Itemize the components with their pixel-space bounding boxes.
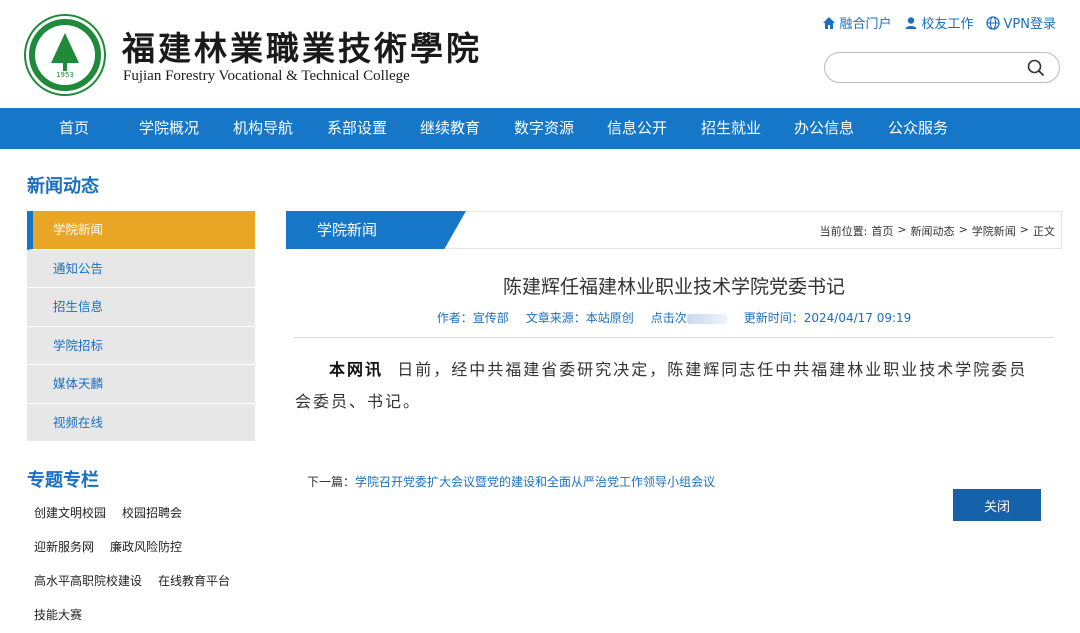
sidebar-menu: 学院新闻 通知公告 招生信息 学院招标 媒体天麟 视频在线 <box>27 211 255 442</box>
sidebar-item-media[interactable]: 媒体天麟 <box>27 365 255 404</box>
topic-link[interactable]: 高水平高职院校建设 <box>34 570 142 604</box>
breadcrumb-item[interactable]: 新闻动态 <box>911 223 955 239</box>
topic-links: 创建文明校园 校园招聘会 迎新服务网 廉政风险防控 高水平高职院校建设 在线教育… <box>34 502 264 633</box>
nav-item-overview[interactable]: 学院概况 <box>139 108 199 149</box>
divider <box>294 337 1054 338</box>
article-author: 作者：宣传部 <box>436 311 509 325</box>
search-icon[interactable] <box>1027 59 1045 77</box>
nav-item-admissions[interactable]: 招生就业 <box>701 108 761 149</box>
topics-title: 专题专栏 <box>27 470 99 491</box>
article-lead: 本网讯 <box>329 360 384 379</box>
toplink-label: 校友工作 <box>921 17 974 32</box>
toplink-alumni[interactable]: 校友工作 <box>904 13 974 32</box>
sidebar-item-college-news[interactable]: 学院新闻 <box>27 211 255 250</box>
article-body: 本网讯 日前，经中共福建省委研究决定，陈建辉同志任中共福建林业职业技术学院委员会… <box>295 354 1045 418</box>
blurred-count <box>686 313 727 324</box>
sidebar-title: 新闻动态 <box>27 176 99 197</box>
breadcrumb-item[interactable]: 首页 <box>871 223 893 239</box>
college-logo[interactable]: 1953 <box>26 16 104 94</box>
nav-item-office-info[interactable]: 办公信息 <box>794 108 854 149</box>
close-button[interactable]: 关闭 <box>953 489 1041 521</box>
college-name-cn: 福建林業職業技術學院 <box>122 29 482 68</box>
breadcrumb-bar: 学院新闻 当前位置: 首页 > 新闻动态 > 学院新闻 > 正文 <box>286 211 1062 249</box>
breadcrumb: 当前位置: 首页 > 新闻动态 > 学院新闻 > 正文 <box>820 223 1055 239</box>
article-title: 陈建辉任福建林业职业技术学院党委书记 <box>502 276 845 298</box>
breadcrumb-separator: > <box>958 223 968 236</box>
article-meta: 作者：宣传部 文章来源：本站原创 点击次 更新时间：2024/04/17 09:… <box>286 309 1062 326</box>
topic-link[interactable]: 技能大赛 <box>34 604 82 633</box>
sidebar-item-tenders[interactable]: 学院招标 <box>27 326 255 365</box>
article-clicks: 点击次 <box>651 309 727 326</box>
toplink-label: VPN登录 <box>1003 17 1056 32</box>
logo-year: 1953 <box>56 71 74 79</box>
article-updated: 更新时间：2024/04/17 09:19 <box>743 311 912 325</box>
toplink-vpn[interactable]: VPN登录 <box>985 13 1056 32</box>
toplink-portal[interactable]: 融合门户 <box>822 13 892 32</box>
topic-link[interactable]: 廉政风险防控 <box>110 536 182 570</box>
college-name-en: Fujian Forestry Vocational & Technical C… <box>123 68 410 84</box>
main-nav: 首页 学院概况 机构导航 系部设置 继续教育 数字资源 信息公开 招生就业 办公… <box>0 108 1080 149</box>
article-text: 日前，经中共福建省委研究决定，陈建辉同志任中共福建林业职业技术学院委员会委员、书… <box>295 360 1028 411</box>
toplink-label: 融合门户 <box>839 17 892 32</box>
nav-item-departments[interactable]: 系部设置 <box>327 108 387 149</box>
breadcrumb-prefix: 当前位置: <box>819 225 868 238</box>
person-icon <box>905 16 917 29</box>
article-source: 文章来源：本站原创 <box>525 311 634 325</box>
breadcrumb-item: 正文 <box>1033 225 1055 238</box>
topic-link[interactable]: 在线教育平台 <box>158 570 230 604</box>
topic-link[interactable]: 校园招聘会 <box>122 502 182 536</box>
breadcrumb-separator: > <box>1019 223 1029 236</box>
next-article-link[interactable]: 学院召开党委扩大会议暨党的建设和全面从严治党工作领导小组会议 <box>355 475 715 489</box>
next-label: 下一篇： <box>307 475 356 489</box>
top-links: 融合门户 校友工作 VPN登录 <box>822 13 1056 32</box>
breadcrumb-separator: > <box>897 223 907 236</box>
topic-link[interactable]: 迎新服务网 <box>34 536 94 570</box>
topic-link[interactable]: 创建文明校园 <box>34 502 106 536</box>
nav-item-home[interactable]: 首页 <box>59 108 89 149</box>
nav-item-continuing-education[interactable]: 继续教育 <box>420 108 480 149</box>
next-article: 下一篇：学院召开党委扩大会议暨党的建设和全面从严治党工作领导小组会议 <box>307 473 715 490</box>
sidebar-item-admission-info[interactable]: 招生信息 <box>27 288 255 327</box>
globe-icon <box>985 15 1000 30</box>
breadcrumb-item[interactable]: 学院新闻 <box>972 223 1016 239</box>
tree-icon <box>51 33 79 63</box>
section-tab: 学院新闻 <box>286 211 466 249</box>
home-icon <box>822 16 835 29</box>
sidebar-item-notices[interactable]: 通知公告 <box>27 249 255 288</box>
nav-item-organization[interactable]: 机构导航 <box>233 108 293 149</box>
site-header: 1953 福建林業職業技術學院 Fujian Forestry Vocation… <box>0 0 1080 108</box>
sidebar-item-video[interactable]: 视频在线 <box>27 403 255 442</box>
search-box <box>824 52 1060 83</box>
search-input[interactable] <box>837 58 1027 78</box>
nav-item-public-info[interactable]: 信息公开 <box>607 108 667 149</box>
nav-item-digital-resources[interactable]: 数字资源 <box>514 108 574 149</box>
nav-item-public-service[interactable]: 公众服务 <box>888 108 948 149</box>
